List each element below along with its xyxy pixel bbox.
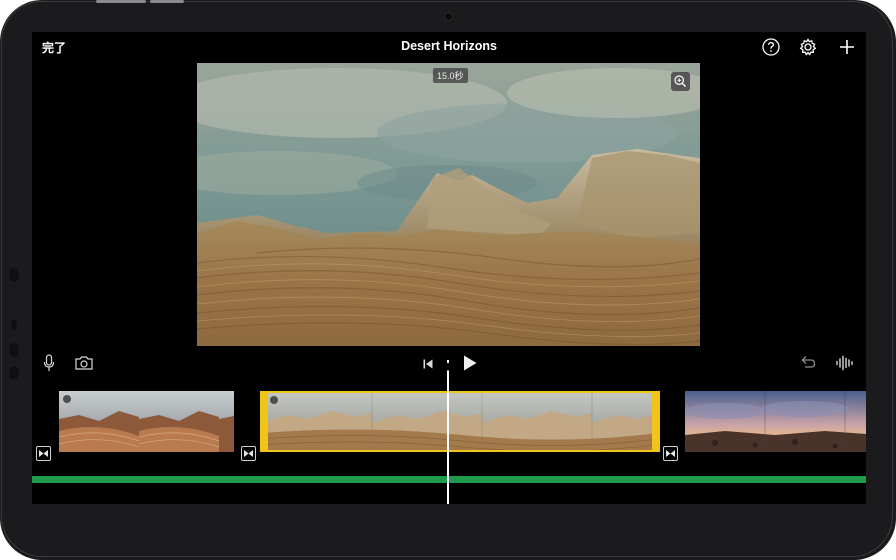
top-bar: 完了 Desert Horizons: [32, 32, 866, 62]
microphone-icon[interactable]: [42, 353, 56, 378]
clip-thumbnails: [685, 391, 866, 452]
transition-icon[interactable]: [241, 446, 256, 461]
clip-thumbnails: [59, 391, 234, 452]
playhead[interactable]: [447, 360, 449, 504]
side-button: [9, 366, 19, 380]
audio-track[interactable]: [32, 476, 866, 483]
project-title: Desert Horizons: [401, 39, 497, 53]
waveform-icon[interactable]: [835, 354, 855, 377]
volume-button: [96, 0, 146, 3]
camera-icon[interactable]: [74, 355, 94, 376]
desert-landscape-image: [197, 63, 700, 346]
white-pocket-clip[interactable]: [260, 391, 660, 452]
ipad-frame: 完了 Desert Horizons 15.0秒: [0, 0, 896, 560]
help-icon[interactable]: [761, 37, 781, 57]
trim-handle-left[interactable]: [260, 391, 268, 452]
front-camera: [444, 12, 453, 21]
zoom-in-icon[interactable]: [671, 72, 690, 91]
timeline[interactable]: [32, 360, 866, 504]
video-preview[interactable]: 15.0秒: [197, 63, 700, 346]
transition-icon[interactable]: [663, 446, 678, 461]
clip-duration-label: 15.0秒: [433, 68, 468, 83]
play-icon[interactable]: [462, 354, 478, 377]
transition-icon[interactable]: [36, 446, 51, 461]
skip-back-icon[interactable]: [422, 357, 434, 375]
side-button: [9, 343, 19, 357]
side-button: [9, 268, 19, 282]
playhead-marker: [441, 360, 455, 378]
side-sensor: [11, 320, 17, 330]
volume-button: [150, 0, 184, 3]
undo-icon[interactable]: [799, 354, 817, 375]
imovie-screen: 完了 Desert Horizons 15.0秒: [32, 32, 866, 504]
clip-thumbnails: [262, 393, 658, 450]
desert-clip-1[interactable]: [59, 391, 234, 452]
sunset-clip[interactable]: [685, 391, 866, 452]
gear-icon[interactable]: [798, 37, 818, 57]
plus-icon[interactable]: [837, 37, 857, 57]
trim-handle-right[interactable]: [652, 391, 660, 452]
